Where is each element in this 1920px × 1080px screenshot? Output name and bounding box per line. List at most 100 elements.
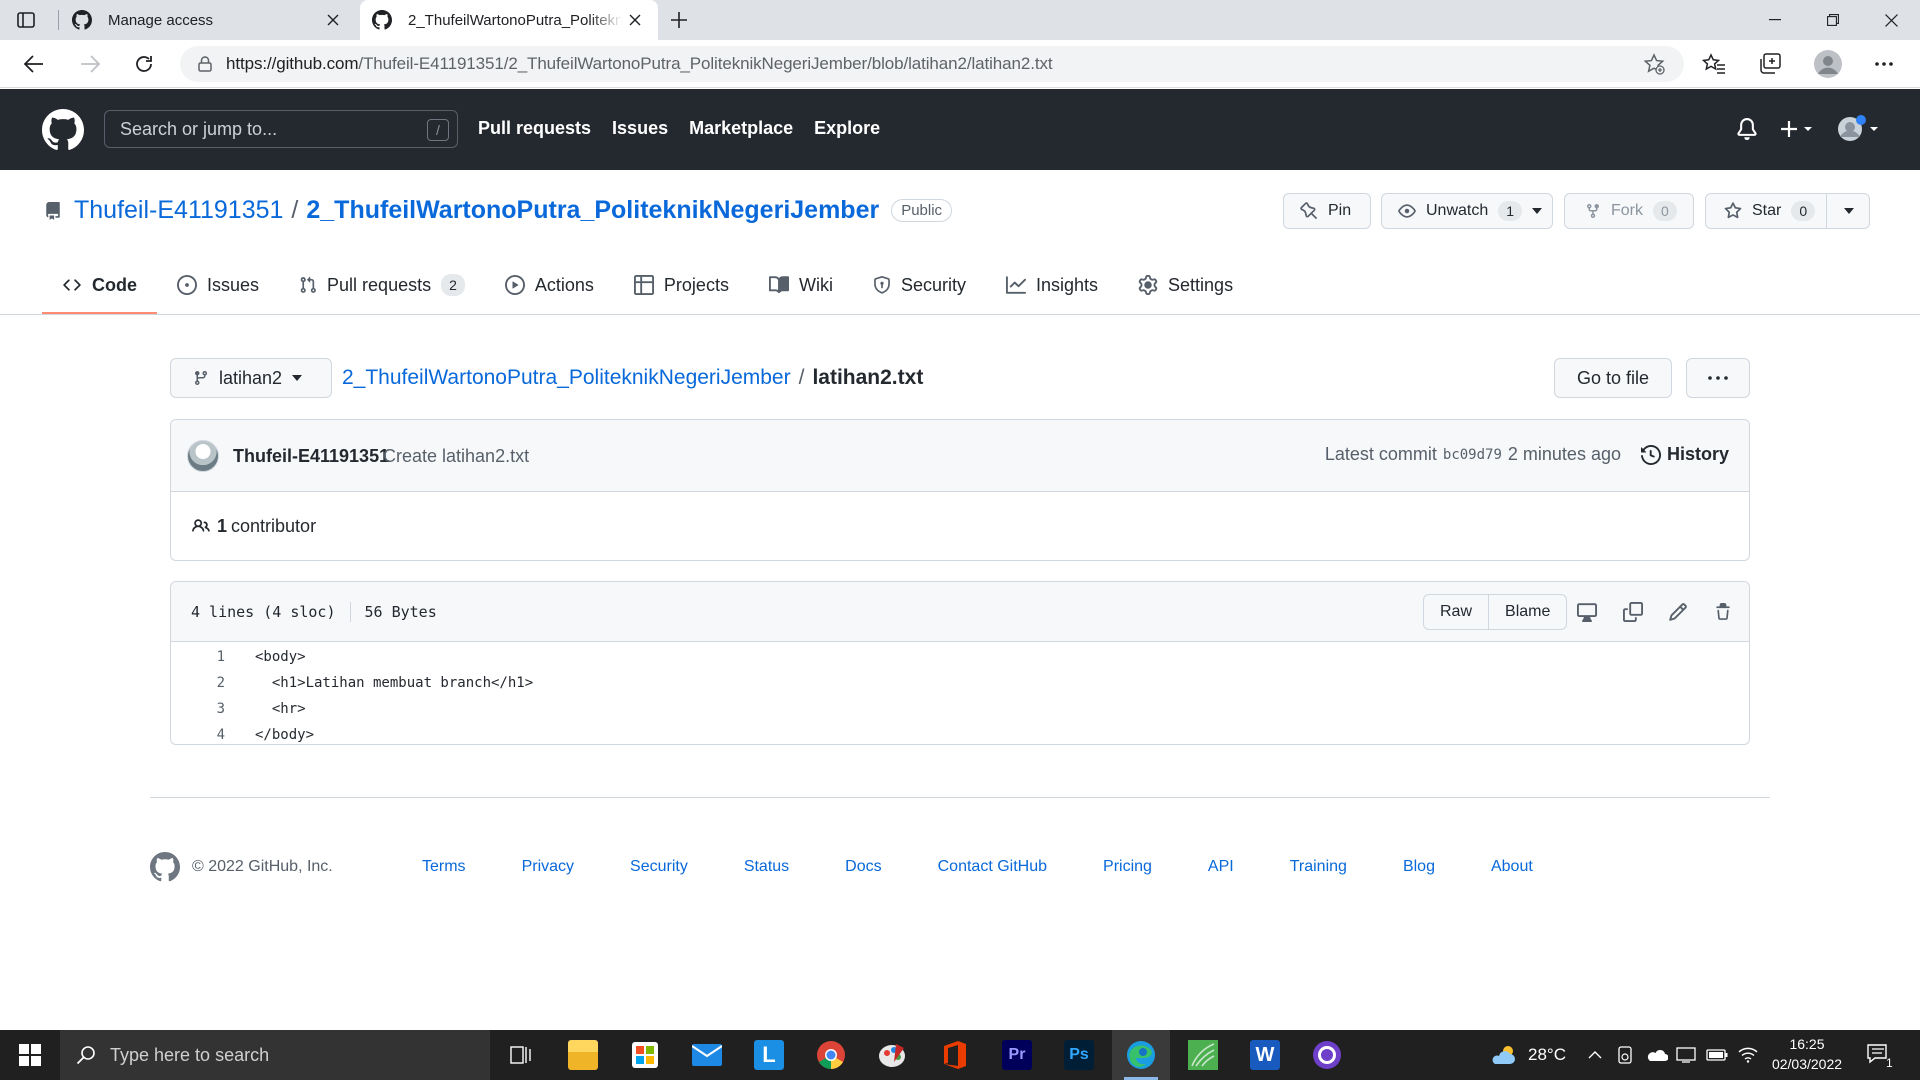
footer-link-pricing[interactable]: Pricing [1103,858,1152,876]
restore-window-icon[interactable] [1804,0,1862,40]
device-icon[interactable] [1618,1030,1632,1080]
pencil-icon[interactable] [1666,600,1690,624]
screen-icon[interactable] [1676,1030,1696,1080]
minimize-window-icon[interactable] [1746,0,1804,40]
forward-arrow-icon[interactable] [72,48,108,80]
collections-icon[interactable] [1752,48,1788,80]
close-tab-icon[interactable] [320,7,346,33]
trash-icon[interactable] [1711,600,1735,624]
contributors-row[interactable]: 1 contributor [171,492,1749,560]
commit-message-link[interactable]: Create latihan2.txt [383,446,529,467]
star-list-chevron-down-icon[interactable] [1844,208,1854,214]
profile-avatar-icon[interactable] [1810,48,1846,80]
nav-marketplace[interactable]: Marketplace [689,118,793,139]
edge-icon[interactable] [1112,1030,1170,1080]
onedrive-icon[interactable] [1646,1030,1668,1080]
footer-link-status[interactable]: Status [744,858,789,876]
tab-settings[interactable]: Settings [1118,256,1253,314]
more-options-button[interactable] [1686,358,1750,398]
lock-icon[interactable] [198,56,212,72]
file-explorer-icon[interactable] [554,1030,612,1080]
battery-icon[interactable] [1706,1030,1728,1080]
l-app-icon[interactable]: L [740,1030,798,1080]
create-new-plus-icon[interactable] [1780,119,1814,139]
line-number[interactable]: 2 [171,675,225,691]
premiere-pro-icon[interactable]: Pr [988,1030,1046,1080]
add-favorite-icon[interactable] [1642,52,1666,76]
tab-projects[interactable]: Projects [614,256,749,314]
tab-actions-icon[interactable] [12,9,40,31]
footer-link-blog[interactable]: Blog [1403,858,1435,876]
blame-button[interactable]: Blame [1488,595,1566,629]
tab-pull-requests[interactable]: Pull requests 2 [279,256,485,314]
browser-tab-manage-access[interactable]: Manage access [60,0,356,40]
fork-button[interactable]: Fork 0 [1564,193,1694,229]
github-desktop-icon[interactable] [1298,1030,1356,1080]
browser-tab-repo-file[interactable]: 2_ThufeilWartonoPutra_PoliteknikNegeriJe… [360,0,658,40]
footer-link-docs[interactable]: Docs [845,858,881,876]
repo-name-link[interactable]: 2_ThufeilWartonoPutra_PoliteknikNegeriJe… [306,196,879,225]
address-bar[interactable]: https://github.com/Thufeil-E41191351/2_T… [180,46,1684,82]
footer-link-about[interactable]: About [1491,858,1533,876]
chevron-up-icon[interactable] [1588,1030,1602,1080]
pin-button[interactable]: Pin [1283,193,1371,229]
footer-link-api[interactable]: API [1208,858,1234,876]
green-app-icon[interactable] [1174,1030,1232,1080]
go-to-file-button[interactable]: Go to file [1554,358,1672,398]
commit-author-link[interactable]: Thufeil-E41191351 [233,446,389,467]
taskbar-search-box[interactable]: Type here to search [60,1030,490,1080]
weather-widget[interactable]: 28°C [1490,1030,1566,1080]
mail-icon[interactable] [678,1030,736,1080]
footer-link-security[interactable]: Security [630,858,688,876]
avatar[interactable] [187,440,219,472]
nav-issues[interactable]: Issues [612,118,668,139]
favorites-icon[interactable] [1696,48,1732,80]
store-icon[interactable] [616,1030,674,1080]
tab-issues[interactable]: Issues [157,256,279,314]
close-tab-icon[interactable] [622,7,648,33]
tab-security[interactable]: Security [853,256,986,314]
notification-center-icon[interactable]: 1 [1866,1030,1899,1080]
breadcrumb-repo-link[interactable]: 2_ThufeilWartonoPutra_PoliteknikNegeriJe… [342,366,791,390]
desktop-icon[interactable] [1575,600,1599,624]
wifi-icon[interactable] [1738,1030,1758,1080]
nav-explore[interactable]: Explore [814,118,880,139]
back-arrow-icon[interactable] [16,48,52,80]
repo-owner-link[interactable]: Thufeil-E41191351 [74,196,283,225]
history-link[interactable]: History [1640,444,1729,465]
commit-sha-link[interactable]: bc09d79 [1443,447,1502,463]
close-window-icon[interactable] [1862,0,1920,40]
copy-icon[interactable] [1621,600,1645,624]
office-icon[interactable] [926,1030,984,1080]
new-tab-button[interactable] [664,6,694,34]
footer-link-terms[interactable]: Terms [422,858,466,876]
notifications-bell-icon[interactable] [1736,117,1758,141]
tab-insights[interactable]: Insights [986,256,1118,314]
footer-link-privacy[interactable]: Privacy [522,858,574,876]
branch-select-button[interactable]: latihan2 [170,358,332,398]
footer-link-training[interactable]: Training [1290,858,1347,876]
github-logo-icon[interactable] [42,109,84,151]
task-view-icon[interactable] [492,1030,550,1080]
paint-app-icon[interactable] [864,1030,922,1080]
github-mark-icon[interactable] [150,852,180,882]
line-number[interactable]: 1 [171,649,225,665]
line-number[interactable]: 3 [171,701,225,717]
footer-link-contact[interactable]: Contact GitHub [938,858,1047,876]
user-avatar-menu[interactable] [1836,115,1882,143]
tab-wiki[interactable]: Wiki [749,256,853,314]
github-search-input[interactable]: Search or jump to... / [104,110,458,148]
tab-actions[interactable]: Actions [485,256,614,314]
line-number[interactable]: 4 [171,727,225,743]
reload-icon[interactable] [126,48,162,80]
settings-more-icon[interactable] [1866,48,1902,80]
windows-start-icon[interactable] [0,1030,60,1080]
chrome-icon[interactable] [802,1030,860,1080]
tab-code[interactable]: Code [42,256,157,314]
star-button[interactable]: Star 0 [1705,193,1870,229]
raw-button[interactable]: Raw [1424,595,1488,629]
word-icon[interactable]: W [1236,1030,1294,1080]
photoshop-icon[interactable]: Ps [1050,1030,1108,1080]
taskbar-clock[interactable]: 16:25 02/03/2022 [1762,1034,1852,1074]
unwatch-button[interactable]: Unwatch 1 [1381,193,1553,229]
